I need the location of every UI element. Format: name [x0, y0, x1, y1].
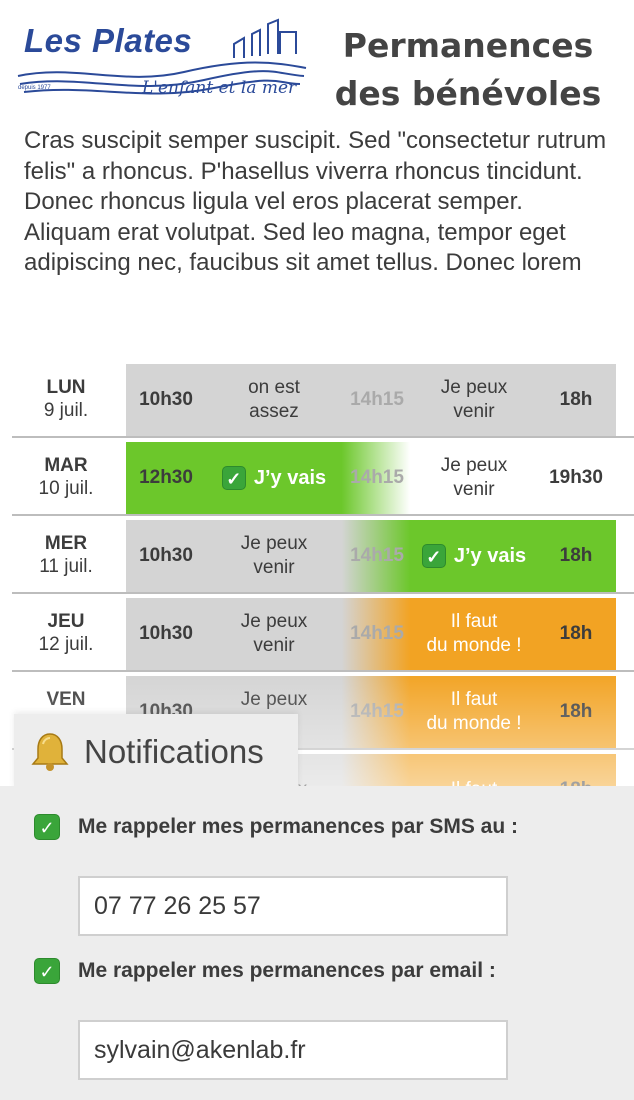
- notifications-panel: ✓ Me rappeler mes permanences par SMS au…: [0, 786, 634, 1100]
- schedule-row: MER 11 juil. 10h30 Je peux venir 14h15 ✓ J’y v…: [12, 518, 634, 594]
- morning-slot-status[interactable]: ✓ J’y vais: [206, 442, 342, 514]
- page-title-line-1: Permanences: [342, 26, 594, 65]
- bell-icon: [31, 733, 69, 771]
- going-check-icon: ✓: [221, 466, 246, 490]
- logo-date: depuis 1977: [18, 85, 51, 91]
- slots-bar: 10h30 Je peux venir 14h15 Il faut du monde …: [126, 598, 616, 670]
- day-cell: LUN 9 juil.: [12, 362, 120, 436]
- email-reminder-label: Me rappeler mes permanences par email :: [78, 959, 496, 982]
- status-text: Je peux venir: [440, 377, 508, 422]
- slots-bar: 10h30 on est assez 14h15 Je peux venir 18h: [126, 364, 616, 436]
- day-name: MER: [44, 533, 88, 554]
- slot-start-time: 10h30: [139, 389, 193, 410]
- day-date: 9 juil.: [43, 400, 89, 421]
- day-date: 10 juil.: [38, 478, 94, 499]
- email-checkbox-checked-icon[interactable]: ✓: [34, 958, 60, 984]
- slot-end-time: 18h: [559, 623, 593, 644]
- schedule-row: MAR 10 juil. 12h30 ✓ J’y vais 14h15 Je peux ve…: [12, 440, 634, 516]
- logo-name: Les Plates: [24, 22, 193, 59]
- status-text: J’y vais: [453, 545, 527, 567]
- sms-reminder-option[interactable]: ✓ Me rappeler mes permanences par SMS au…: [34, 812, 594, 872]
- day-name: LUN: [46, 377, 86, 398]
- logo-tagline: L'enfant et la mer: [142, 78, 297, 98]
- sms-phone-input[interactable]: [78, 876, 508, 936]
- schedule-row: LUN 9 juil. 10h30 on est assez 14h15 Je peux …: [12, 362, 634, 438]
- email-address-input[interactable]: [78, 1020, 508, 1080]
- page-title: Permanences des bénévoles: [318, 22, 618, 118]
- slot-end-time: 19h30: [549, 467, 603, 488]
- slot-end-time: 18h: [559, 545, 593, 566]
- sms-reminder-label: Me rappeler mes permanences par SMS au :: [78, 815, 519, 838]
- afternoon-slot-status[interactable]: Je peux venir: [412, 364, 536, 436]
- morning-slot-status[interactable]: Je peux venir: [206, 520, 342, 592]
- intro-text: Cras suscipit semper suscipit. Sed "cons…: [24, 127, 607, 276]
- schedule-row: JEU 12 juil. 10h30 Je peux venir 14h15 Il fau…: [12, 596, 634, 672]
- status-text: Je peux venir: [240, 533, 308, 578]
- afternoon-slot-status[interactable]: Il faut du monde !: [412, 598, 536, 670]
- status-text: Je peux venir: [440, 455, 508, 500]
- slot-middle-time: 14h15: [350, 545, 404, 566]
- day-date: 12 juil.: [38, 634, 94, 655]
- slot-middle-time: 14h15: [350, 389, 404, 410]
- status-text: on est assez: [248, 377, 300, 422]
- morning-slot-status[interactable]: Je peux venir: [206, 598, 342, 670]
- day-date: 11 juil.: [39, 556, 93, 577]
- slot-end-time: 18h: [559, 389, 593, 410]
- status-text: Je peux venir: [240, 611, 308, 656]
- status-text: Il faut du monde !: [426, 611, 522, 656]
- notifications-tab[interactable]: Notifications: [14, 714, 298, 790]
- going-check-icon: ✓: [421, 544, 446, 568]
- morning-slot-status[interactable]: on est assez: [206, 364, 342, 436]
- notifications-title: Notifications: [84, 733, 264, 770]
- day-name: JEU: [47, 611, 85, 632]
- app-page: Les Plates L'enfant et la mer depuis 197…: [0, 0, 634, 1100]
- day-cell: MER 11 juil.: [12, 518, 120, 592]
- slot-middle-time: 14h15: [350, 623, 404, 644]
- slot-middle-time: 14h15: [350, 467, 404, 488]
- email-reminder-option[interactable]: ✓ Me rappeler mes permanences par email …: [34, 956, 594, 1016]
- slots-bar: 10h30 Je peux venir 14h15 ✓ J’y vais 18h: [126, 520, 616, 592]
- afternoon-slot-status[interactable]: ✓ J’y vais: [412, 520, 536, 592]
- page-title-line-2: des bénévoles: [334, 74, 602, 113]
- slot-start-time: 12h30: [139, 467, 193, 488]
- slot-start-time: 10h30: [139, 545, 193, 566]
- day-cell: JEU 12 juil.: [12, 596, 120, 670]
- brand-logo: Les Plates L'enfant et la mer depuis 197…: [14, 14, 314, 104]
- afternoon-slot-status[interactable]: Je peux venir: [412, 442, 536, 514]
- status-text: J’y vais: [253, 467, 327, 489]
- sms-checkbox-checked-icon[interactable]: ✓: [34, 814, 60, 840]
- slots-bar: 12h30 ✓ J’y vais 14h15 Je peux venir 19h30: [126, 442, 616, 514]
- slot-start-time: 10h30: [139, 623, 193, 644]
- day-name: MAR: [44, 455, 88, 476]
- day-cell: MAR 10 juil.: [12, 440, 120, 514]
